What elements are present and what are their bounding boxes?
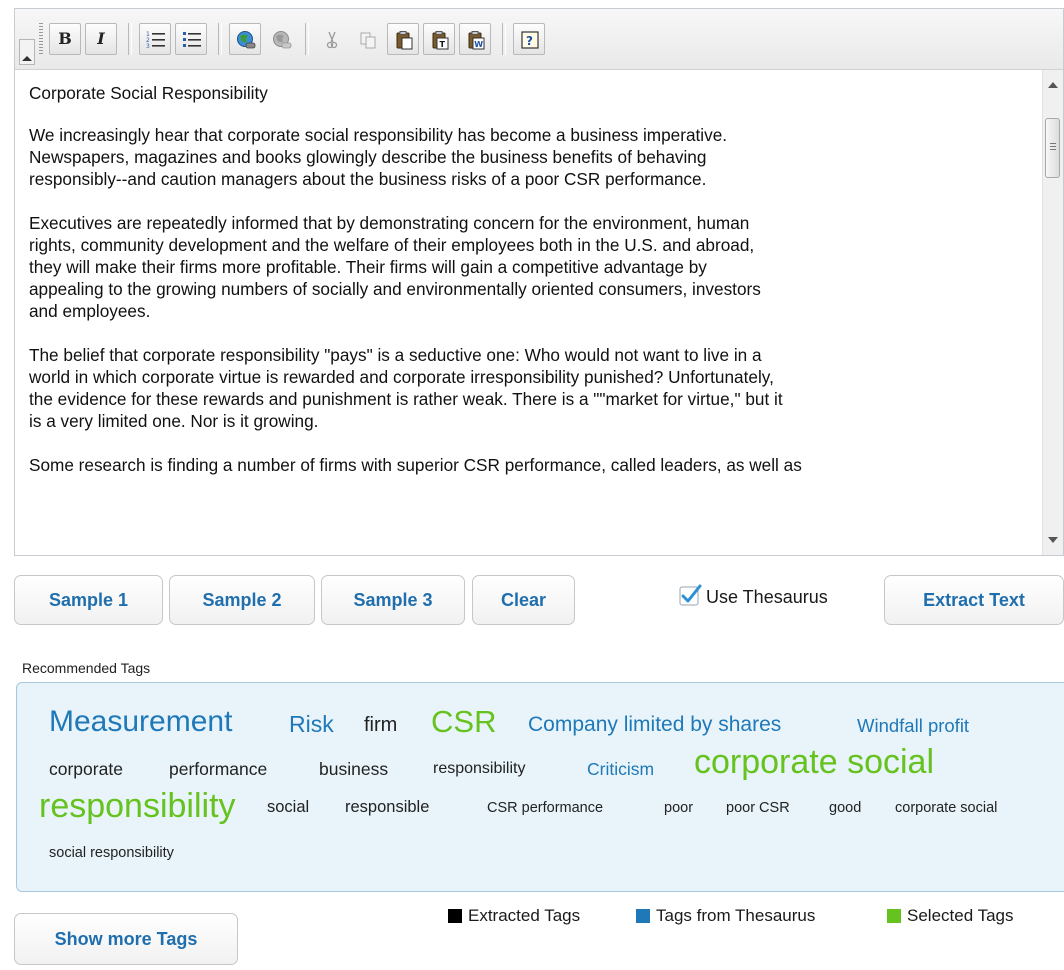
editor-toolbar: B I 1 2 3 T W ? [15, 9, 1063, 70]
scroll-down-icon[interactable] [1048, 537, 1058, 543]
toolbar-separator [502, 23, 506, 55]
svg-text:W: W [474, 40, 483, 49]
scroll-up-icon[interactable] [1048, 82, 1058, 88]
tag-corporate-social[interactable]: corporate social [694, 743, 934, 782]
legend-swatch-green [887, 909, 901, 923]
editor-content[interactable]: Corporate Social Responsibility We incre… [15, 70, 1043, 555]
legend-swatch-black [448, 909, 462, 923]
editor-scrollbar[interactable] [1042, 70, 1063, 555]
toolbar-collapse-toggle[interactable] [19, 39, 35, 65]
tag-company-limited-by-shares[interactable]: Company limited by shares [528, 713, 781, 737]
sample-2-button[interactable]: Sample 2 [169, 575, 315, 625]
paste-text-icon: T [432, 31, 449, 50]
use-thesaurus-label: Use Thesaurus [706, 587, 828, 607]
rich-text-editor[interactable]: B I 1 2 3 T W ? Corporate Social Respons… [14, 8, 1064, 556]
document-paragraph: Executives are repeatedly informed that … [29, 213, 761, 321]
document-paragraph: The belief that corporate responsibility… [29, 345, 783, 431]
tag-social[interactable]: social [267, 798, 309, 817]
toolbar-grip [39, 23, 43, 55]
document-paragraph: Some research is finding a number of fir… [29, 455, 802, 475]
legend-selected-label: Selected Tags [907, 906, 1014, 925]
sample-1-button[interactable]: Sample 1 [14, 575, 163, 625]
tag-firm[interactable]: firm [364, 714, 397, 737]
toolbar-separator [128, 23, 132, 55]
tag-business[interactable]: business [319, 759, 388, 780]
recommended-tags-label: Recommended Tags [22, 660, 151, 676]
tag-cloud: Measurement Risk firm CSR Company limite… [16, 682, 1064, 892]
tag-responsibility[interactable]: responsibility [433, 760, 525, 778]
italic-button[interactable]: I [85, 23, 117, 55]
tag-measurement[interactable]: Measurement [49, 705, 232, 739]
paste-as-text-button[interactable]: T [423, 23, 455, 55]
ordered-list-button[interactable]: 1 2 3 [139, 23, 171, 55]
scrollbar-thumb[interactable] [1045, 118, 1060, 178]
tag-poor-csr[interactable]: poor CSR [726, 800, 790, 816]
svg-text:3: 3 [146, 43, 150, 50]
tag-risk[interactable]: Risk [289, 711, 334, 738]
tag-performance[interactable]: performance [169, 759, 267, 780]
tag-corporate-social-phrase[interactable]: corporate social [895, 800, 997, 816]
tag-csr[interactable]: CSR [431, 704, 496, 740]
toolbar-separator [305, 23, 309, 55]
checkbox-checked-icon[interactable] [678, 584, 702, 608]
document-paragraph: We increasingly hear that corporate soci… [29, 125, 728, 189]
document-title: Corporate Social Responsibility [29, 83, 268, 103]
svg-text:T: T [440, 40, 446, 49]
clear-button[interactable]: Clear [472, 575, 575, 625]
bulleted-list-button[interactable] [175, 23, 207, 55]
svg-text:?: ? [526, 34, 533, 48]
bulleted-list-icon [183, 32, 201, 47]
tag-corporate[interactable]: corporate [49, 759, 123, 780]
cut-button[interactable] [315, 23, 347, 55]
sample-3-button[interactable]: Sample 3 [321, 575, 465, 625]
extract-text-button[interactable]: Extract Text [884, 575, 1064, 625]
bold-button[interactable]: B [49, 23, 81, 55]
tag-poor[interactable]: poor [664, 800, 693, 816]
tag-csr-performance[interactable]: CSR performance [487, 800, 603, 816]
clipboard-paste-icon [396, 31, 413, 50]
tag-social-responsibility[interactable]: social responsibility [49, 845, 174, 861]
toolbar-separator [218, 23, 222, 55]
legend-swatch-blue [636, 909, 650, 923]
globe-link-icon [237, 31, 256, 49]
help-button[interactable]: ? [513, 23, 545, 55]
tag-responsible[interactable]: responsible [345, 798, 429, 817]
use-thesaurus-toggle[interactable]: Use Thesaurus [678, 584, 884, 614]
copy-button[interactable] [351, 23, 383, 55]
tag-criticism[interactable]: Criticism [587, 759, 654, 780]
legend-thesaurus-label: Tags from Thesaurus [656, 906, 816, 925]
help-icon: ? [521, 31, 539, 49]
ordered-list-icon: 1 2 3 [146, 31, 165, 50]
scissors-icon [326, 31, 338, 49]
paste-from-word-button[interactable]: W [459, 23, 491, 55]
remove-link-button[interactable] [265, 23, 297, 55]
insert-link-button[interactable] [229, 23, 261, 55]
paste-word-icon: W [468, 31, 485, 50]
paste-button[interactable] [387, 23, 419, 55]
unlink-icon [273, 31, 292, 49]
legend-extracted-label: Extracted Tags [468, 906, 581, 925]
show-more-tags-button[interactable]: Show more Tags [14, 913, 238, 965]
copy-icon [360, 32, 376, 49]
tag-good[interactable]: good [829, 800, 861, 816]
tag-responsibility-selected[interactable]: responsibility [39, 787, 236, 826]
tag-windfall-profit[interactable]: Windfall profit [857, 715, 969, 737]
